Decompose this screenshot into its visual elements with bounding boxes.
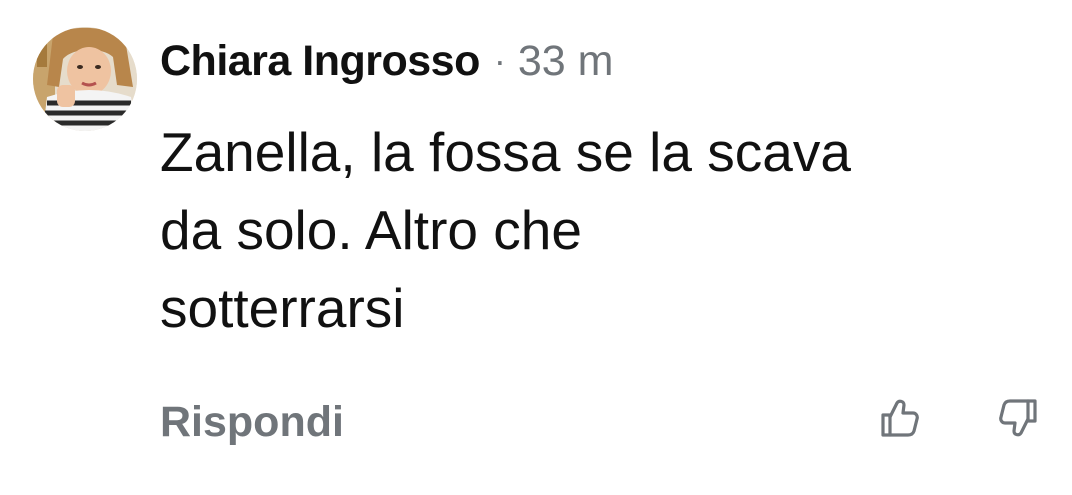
comment-text-line: sotterrarsi [160, 277, 405, 339]
comment-text-line: da solo. Altro che [160, 199, 582, 261]
avatar-photo [33, 27, 137, 131]
timestamp: 33 m [517, 36, 614, 85]
comment-text-line: Zanella, la fossa se la scava [160, 121, 851, 183]
thumbs-up-icon[interactable] [878, 396, 922, 440]
comment-header: Chiara Ingrosso · 33 m [160, 33, 613, 89]
thumbs-down-icon[interactable] [996, 396, 1040, 440]
comment-text: Zanella, la fossa se la scava da solo. A… [160, 113, 1060, 347]
avatar[interactable] [33, 27, 137, 131]
separator-dot: · [493, 40, 506, 81]
reply-button[interactable]: Rispondi [160, 398, 344, 447]
author-name[interactable]: Chiara Ingrosso [160, 37, 480, 86]
comment-item: Chiara Ingrosso · 33 m Zanella, la fossa… [0, 0, 1072, 495]
